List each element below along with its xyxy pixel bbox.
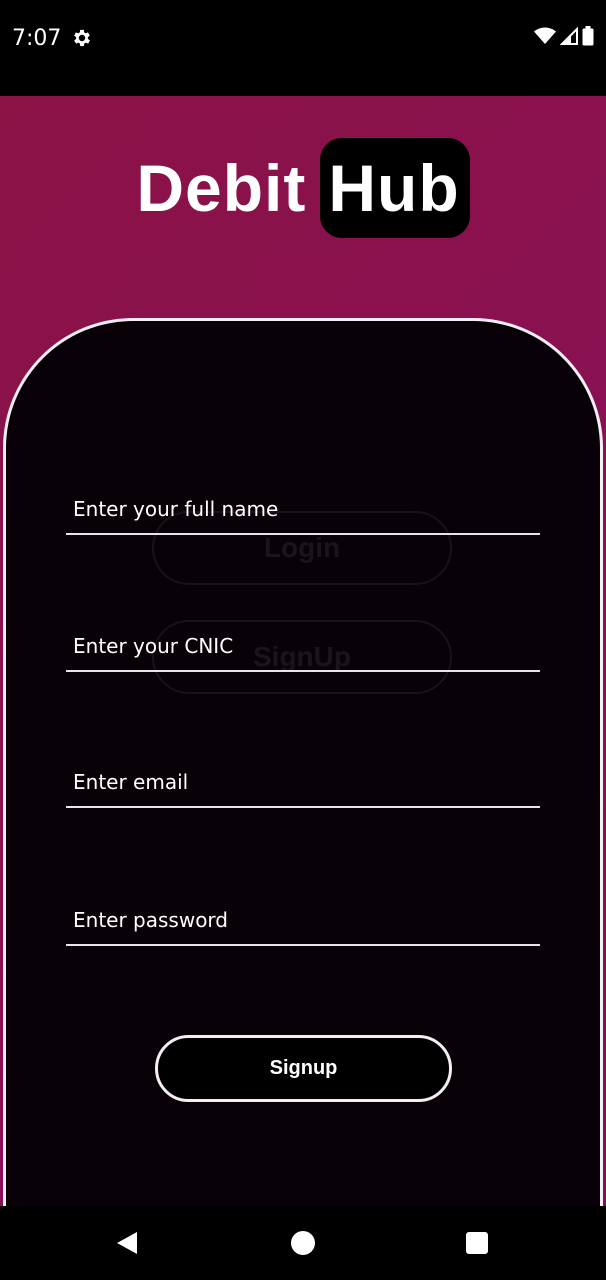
cellular-signal-icon (559, 26, 578, 50)
logo-hub-badge: Hub (320, 138, 470, 238)
back-icon[interactable] (116, 1231, 138, 1260)
full-name-field (66, 485, 540, 535)
status-bar: 7:07 (0, 0, 606, 96)
email-field (66, 758, 540, 808)
recents-icon[interactable] (466, 1232, 488, 1254)
settings-gear-icon (71, 27, 93, 49)
email-input[interactable] (66, 758, 540, 806)
signup-button[interactable]: Signup (155, 1035, 452, 1102)
cnic-field (66, 622, 540, 672)
wifi-icon (534, 27, 556, 50)
status-icons (534, 25, 594, 51)
full-name-input[interactable] (66, 485, 540, 533)
signup-button-label: Signup (269, 1057, 338, 1079)
battery-icon (582, 25, 594, 51)
logo-text-hub: Hub (328, 151, 460, 225)
home-icon[interactable] (291, 1231, 315, 1255)
cnic-input[interactable] (66, 622, 540, 670)
app-logo: Debit Hub (0, 138, 606, 238)
logo-text-debit: Debit (136, 151, 307, 225)
password-input[interactable] (66, 896, 540, 944)
password-field (66, 896, 540, 946)
status-time: 7:07 (12, 26, 62, 51)
